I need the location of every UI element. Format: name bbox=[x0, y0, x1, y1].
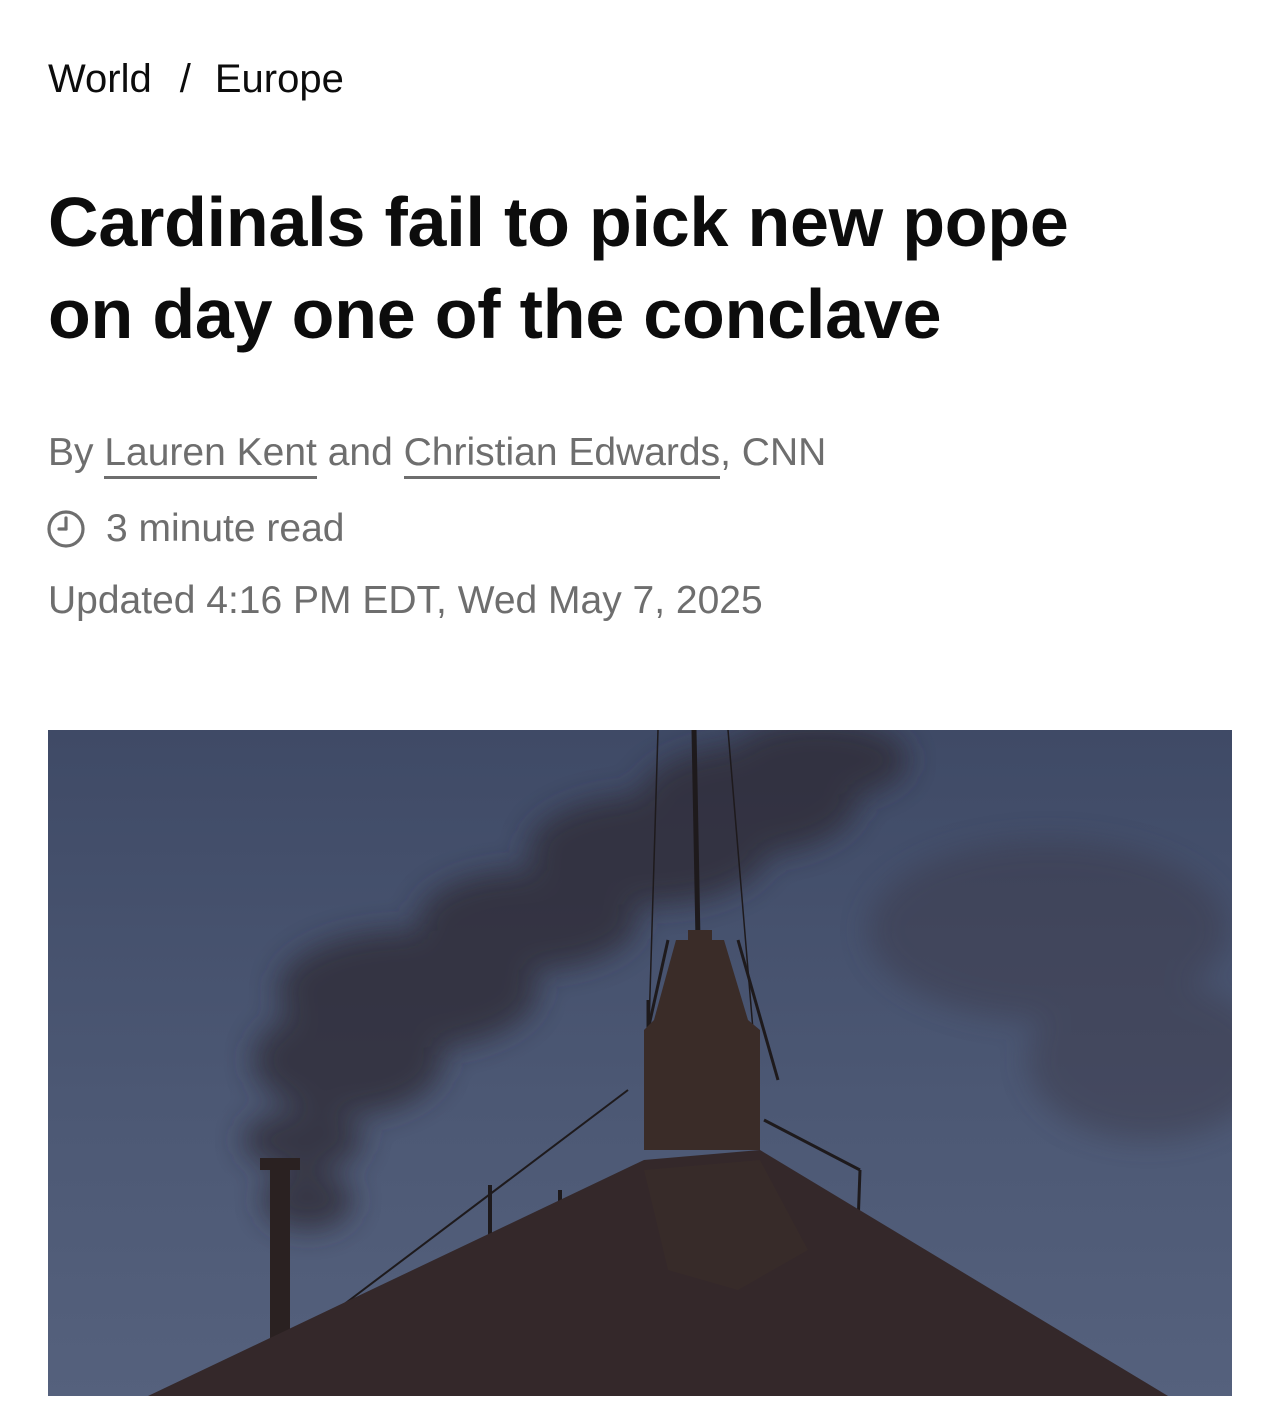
clock-icon bbox=[46, 509, 86, 549]
hero-illustration bbox=[48, 730, 1232, 1396]
byline: By Lauren Kent and Christian Edwards, CN… bbox=[48, 428, 827, 479]
breadcrumb-world-link[interactable]: World bbox=[48, 56, 152, 102]
updated-timestamp: Updated 4:16 PM EDT, Wed May 7, 2025 bbox=[48, 579, 763, 622]
read-time: 3 minute read bbox=[46, 504, 344, 554]
article-headline: Cardinals fail to pick new pope on day o… bbox=[48, 176, 1228, 360]
read-time-label: 3 minute read bbox=[106, 507, 345, 550]
author-link-christian-edwards[interactable]: Christian Edwards bbox=[403, 431, 721, 479]
breadcrumb-separator: / bbox=[179, 57, 191, 101]
headline-line-1: Cardinals fail to pick new pope bbox=[48, 183, 1069, 261]
headline-line-2: on day one of the conclave bbox=[48, 275, 942, 353]
byline-outlet: , CNN bbox=[720, 431, 827, 474]
breadcrumb-europe-link[interactable]: Europe bbox=[215, 56, 344, 102]
breadcrumb: World / Europe bbox=[48, 56, 344, 102]
author-link-lauren-kent[interactable]: Lauren Kent bbox=[104, 431, 317, 479]
byline-prefix: By bbox=[48, 431, 94, 474]
hero-image-chimney-smoke[interactable] bbox=[48, 730, 1232, 1396]
byline-and: and bbox=[327, 431, 393, 474]
